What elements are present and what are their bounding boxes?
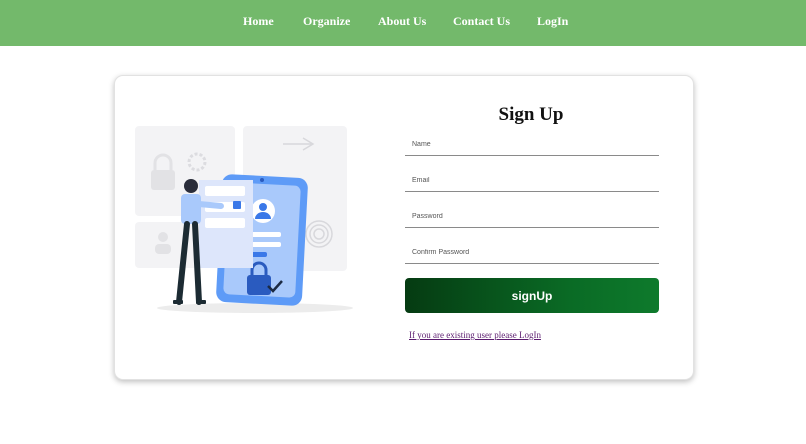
signup-illustration [135, 126, 353, 313]
nav-contact-link[interactable]: Contact Us [453, 14, 510, 29]
confirm-password-input[interactable] [405, 242, 659, 264]
signup-button[interactable]: signUp [405, 278, 659, 313]
navbar: Home Organize About Us Contact Us LogIn [0, 0, 806, 46]
nav-home-link[interactable]: Home [243, 14, 274, 29]
name-input[interactable] [405, 134, 659, 156]
nav-login-link[interactable]: LogIn [537, 14, 568, 29]
ground-shadow [157, 303, 353, 313]
nav-about-link[interactable]: About Us [378, 14, 426, 29]
login-link[interactable]: If you are existing user please LogIn [409, 330, 541, 340]
phone-camera [260, 178, 264, 182]
page-title: Sign Up [498, 104, 564, 125]
signup-card: Sign Up signUp If you are existing user … [114, 75, 694, 380]
nav-organize-link[interactable]: Organize [303, 14, 350, 29]
email-input[interactable] [405, 170, 659, 192]
password-input[interactable] [405, 206, 659, 228]
